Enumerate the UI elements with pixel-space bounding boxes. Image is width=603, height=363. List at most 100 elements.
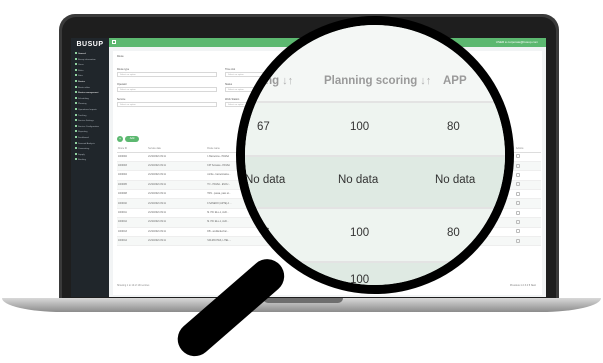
table-cell: 1000011 <box>117 208 148 219</box>
row-action-icon[interactable] <box>515 238 520 243</box>
sidebar-item[interactable]: Users <box>75 63 84 67</box>
sidebar-item[interactable]: Operational reports <box>75 108 97 112</box>
sidebar-item[interactable]: Busup information <box>75 57 96 62</box>
table-cell <box>514 189 541 200</box>
table-cell: 1000013 <box>117 227 148 238</box>
row-action-icon[interactable] <box>515 191 520 196</box>
sidebar-item[interactable]: Demand Analysis <box>75 141 95 146</box>
table-cell: 21/10/2021 09:11 <box>147 180 201 191</box>
filter-label: Service <box>117 98 126 101</box>
add-icon[interactable]: + <box>117 136 123 142</box>
table-cell: 1000003 <box>117 161 148 172</box>
filters-title: Route <box>117 55 124 58</box>
magnified-cell: 100 <box>350 227 370 239</box>
filter-select[interactable]: Select an option <box>117 102 217 107</box>
bullet-icon <box>75 96 77 99</box>
table-cell: 21/10/2021 09:11 <box>147 189 201 200</box>
filter-label: Work Station <box>225 98 240 101</box>
sidebar: BUSUP General Busup information Users Roles… <box>71 38 109 297</box>
bullet-icon <box>75 68 77 71</box>
row-action-icon[interactable] <box>515 201 520 206</box>
sidebar-item-label: Service Configuration <box>78 125 99 128</box>
table-cell: 21/10/2021 09:11 <box>147 208 201 219</box>
sidebar-item-label: Roles <box>78 69 84 72</box>
filter-select[interactable]: Select an option <box>117 87 217 92</box>
table-cell: 21/10/2021 09:11 <box>147 152 201 162</box>
bullet-icon <box>75 52 77 54</box>
magnified-cell: 80 <box>447 227 460 239</box>
column-header-planning-scoring: Planning scoring ↓↑ <box>324 75 432 87</box>
bullet-icon <box>75 136 77 138</box>
magnified-cell: 100 <box>350 274 370 285</box>
table-cell: 1000004 <box>117 170 148 181</box>
magnifier-glass: ering ↓↑ Planning scoring ↓↑ APP 67 100 80 No… <box>245 25 505 285</box>
row-action-icon[interactable] <box>515 182 520 187</box>
sidebar-item-label: Tracking <box>78 114 87 117</box>
magnified-table: ering ↓↑ Planning scoring ↓↑ APP 67 100 80 No… <box>245 25 505 285</box>
bullet-icon <box>75 74 77 77</box>
row-action-icon[interactable] <box>515 219 520 224</box>
menu-icon[interactable] <box>112 40 116 44</box>
sidebar-item-label: Service Settings <box>78 120 94 123</box>
bullet-icon <box>75 158 77 161</box>
sort-icon[interactable]: ↓↑ <box>282 75 293 87</box>
table-cell <box>514 236 541 247</box>
sidebar-item[interactable]: Routes management <box>75 91 98 95</box>
table-cell <box>514 227 541 238</box>
row-action-icon[interactable] <box>515 229 520 234</box>
sidebar-item[interactable]: Tracking <box>75 113 87 118</box>
sidebar-item[interactable]: Service Settings <box>75 119 94 123</box>
table-cell <box>514 170 541 181</box>
sidebar-item-label: Dashboard <box>78 137 89 139</box>
row-action-icon[interactable] <box>515 172 520 177</box>
sidebar-item-label: Planning <box>78 103 87 106</box>
sidebar-item[interactable]: Sites <box>75 74 83 78</box>
table-cell <box>514 180 541 191</box>
sidebar-item[interactable]: Reporting <box>75 130 88 134</box>
sort-icon[interactable]: ↓↑ <box>420 75 431 87</box>
table-cell: 1000010 <box>117 198 148 209</box>
row-action-icon[interactable] <box>515 154 520 159</box>
sidebar-item[interactable]: Planning <box>75 102 87 106</box>
row-action-icon[interactable] <box>515 163 520 168</box>
sidebar-item[interactable]: Roles <box>75 68 84 73</box>
sidebar-item-label: Operational reports <box>78 109 97 111</box>
sidebar-item[interactable]: Service Configuration <box>75 124 99 129</box>
bullet-icon <box>75 102 77 105</box>
sidebar-item[interactable]: Routes <box>75 80 85 84</box>
row-band <box>245 103 505 155</box>
sidebar-item[interactable]: General <box>75 52 86 56</box>
sidebar-item-label: Reporting <box>78 131 88 134</box>
pagination[interactable]: Previous 1 2 3 4 5 Next <box>510 284 536 287</box>
sidebar-item[interactable]: Scheduling <box>75 96 89 101</box>
sidebar-item-label: Users <box>78 64 84 67</box>
sidebar-item[interactable]: Route editor <box>75 85 90 90</box>
table-cell: 21/10/2021 09:11 <box>147 227 201 238</box>
bullet-icon <box>75 119 77 122</box>
bullet-icon <box>75 152 77 155</box>
add-button[interactable]: Add <box>125 136 139 142</box>
table-cell: 21/10/2021 09:11 <box>147 170 201 181</box>
row-action-icon[interactable] <box>515 210 520 215</box>
table-cell: 1000012 <box>117 217 148 228</box>
table-cell: 1000002 <box>117 152 148 162</box>
magnified-cell: 67 <box>257 121 270 133</box>
sidebar-item[interactable]: Booking <box>75 158 86 162</box>
bullet-icon <box>75 130 77 133</box>
sidebar-item[interactable]: Supply <box>75 152 85 157</box>
table-cell: 1000014 <box>117 236 148 247</box>
sidebar-item-label: Demand Analysis <box>78 142 95 145</box>
sidebar-item[interactable]: Commuting <box>75 147 89 151</box>
table-cell: 21/10/2021 09:11 <box>147 198 201 209</box>
column-header-scoring: ering ↓↑ <box>251 75 294 87</box>
bullet-icon <box>75 124 77 127</box>
sidebar-item-label: Sites <box>78 75 83 78</box>
sidebar-item-label: Scheduling <box>78 97 89 100</box>
table-cell: 21/10/2021 09:11 <box>147 236 201 247</box>
sidebar-item[interactable]: Dashboard <box>75 136 89 140</box>
table-footer-text: Showing 1 to 10 of 134 entries <box>117 284 150 287</box>
column-header-app: APP <box>443 75 467 87</box>
sidebar-item-label: Commuting <box>78 148 90 151</box>
table-cell: 1000008 <box>117 189 148 200</box>
filter-select[interactable]: Select an option <box>117 72 217 77</box>
